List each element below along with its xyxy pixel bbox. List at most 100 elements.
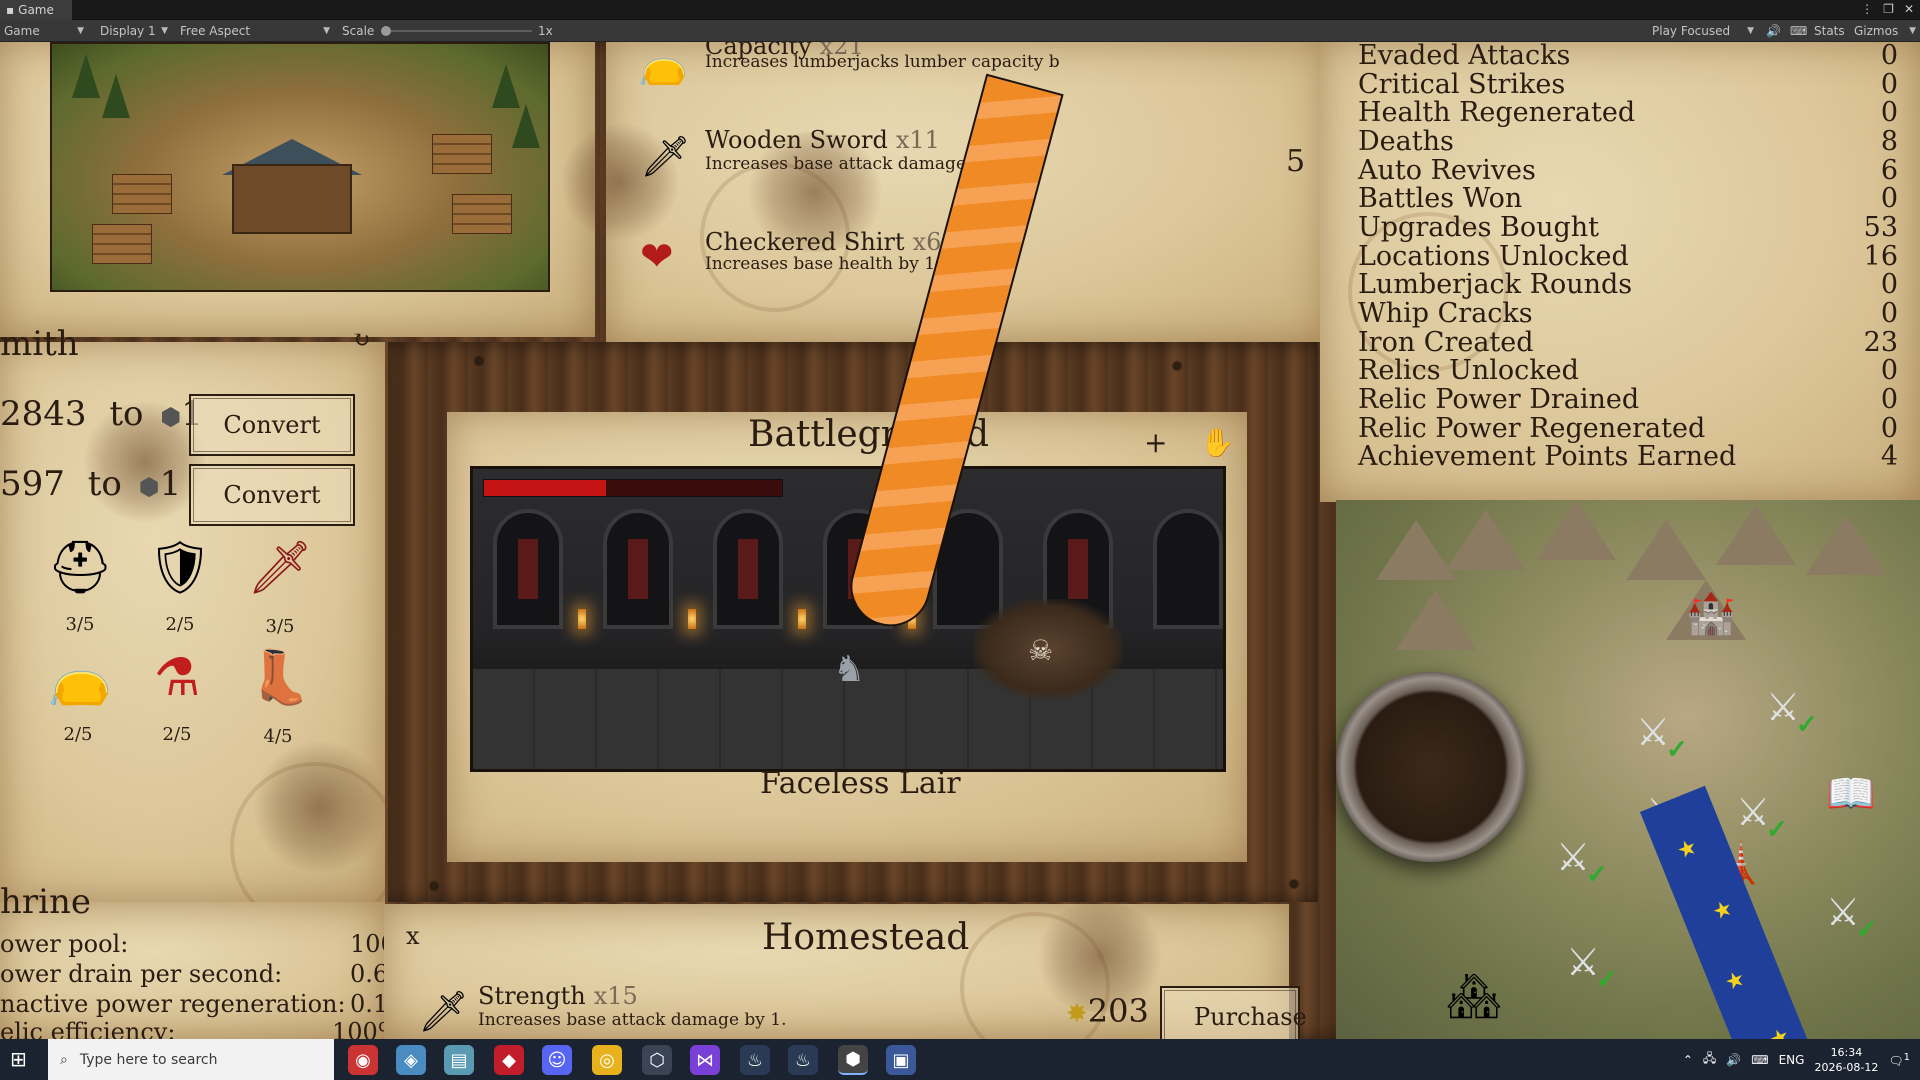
app-icon[interactable]: ▣ xyxy=(886,1045,916,1075)
stat-value: 0 xyxy=(1880,68,1898,100)
battle-marker-icon[interactable]: ⚔ xyxy=(1566,940,1600,984)
stat-label: Critical Strikes xyxy=(1358,68,1566,100)
search-placeholder: Type here to search xyxy=(79,1051,218,1068)
chrome-icon[interactable]: ◎ xyxy=(592,1045,622,1075)
potion-icon[interactable]: ⚗ xyxy=(142,652,212,704)
language-indicator[interactable]: ENG xyxy=(1779,1053,1805,1067)
app-icon[interactable]: ▤ xyxy=(444,1045,474,1075)
stat-row: Health Regenerated 0 xyxy=(1358,99,1898,127)
upgrade-side-value: 5 xyxy=(1286,144,1306,179)
stat-value: 0 xyxy=(1880,383,1898,415)
upgrade-qty: x6 xyxy=(912,228,942,256)
shrine-label: ower pool: xyxy=(0,930,129,958)
convert-amount: 597 xyxy=(0,464,65,504)
equipment-count: 2/5 xyxy=(165,614,195,635)
volume-icon[interactable]: 🔊 xyxy=(1726,1053,1741,1067)
castle-icon[interactable]: 🏰 xyxy=(1686,590,1736,637)
battle-marker-icon[interactable]: ⚔ xyxy=(1826,890,1860,934)
aspect-select[interactable]: Free Aspect ▼ xyxy=(176,20,334,42)
unity-icon[interactable]: ⬢ xyxy=(838,1045,868,1075)
stat-label: Achievement Points Earned xyxy=(1358,441,1737,473)
homestead-item-title: Strength x15 xyxy=(478,982,638,1010)
cost-value: 203 xyxy=(1087,992,1149,1030)
stat-value: 4 xyxy=(1880,441,1898,473)
stat-label: Deaths xyxy=(1358,125,1454,157)
clock[interactable]: 16:34 2026-08-12 xyxy=(1814,1045,1878,1075)
purchase-button[interactable]: Purchase xyxy=(1160,986,1307,1039)
stat-row: Auto Revives 6 xyxy=(1358,154,1898,186)
battle-marker-icon[interactable]: ⚔ xyxy=(1736,790,1770,834)
stat-value: 6 xyxy=(1880,154,1898,186)
boot-icon[interactable]: 👢 xyxy=(245,652,315,704)
stat-row: Achievement Points Earned 4 xyxy=(1358,443,1898,471)
view-select[interactable]: Game ▼ xyxy=(0,20,88,42)
shield-icon[interactable]: 🛡 xyxy=(145,542,215,594)
chevron-down-icon: ▼ xyxy=(323,26,330,36)
upgrade-title: Wooden Sword x11 xyxy=(705,126,940,154)
scale-slider-handle[interactable] xyxy=(381,26,391,36)
visual-studio-icon[interactable]: ⋈ xyxy=(690,1045,720,1075)
taskbar-search[interactable]: ⌕ Type here to search xyxy=(48,1039,334,1080)
equipment-count: 4/5 xyxy=(263,726,293,747)
keyboard-icon[interactable]: ⌨ xyxy=(1786,20,1811,42)
equipment-count: 3/5 xyxy=(65,614,95,635)
keyboard-icon[interactable]: ⌨ xyxy=(1751,1053,1768,1067)
upgrade-name: Checkered Shirt xyxy=(705,228,905,256)
battle-marker-icon[interactable]: ⚔ xyxy=(1766,685,1800,729)
battle-marker-icon[interactable]: ⚔ xyxy=(1636,710,1670,754)
discord-icon[interactable]: ☺ xyxy=(542,1045,572,1075)
stat-row: Deaths 8 xyxy=(1358,125,1898,157)
dagger-icon[interactable]: 🗡 xyxy=(245,542,315,594)
notification-icon[interactable]: 🗨1 xyxy=(1888,1052,1910,1068)
steam-icon[interactable]: ♨ xyxy=(740,1045,770,1075)
maximize-icon[interactable]: ❐ xyxy=(1883,2,1894,16)
hand-cursor-icon[interactable]: ✋ xyxy=(1200,426,1235,459)
coffee-mug xyxy=(1336,672,1526,862)
more-options-icon[interactable]: ⋮ xyxy=(1861,2,1873,16)
scale-value: 1x xyxy=(538,24,553,38)
shrine-label: ower drain per second: xyxy=(0,960,283,988)
stat-label: Relics Unlocked xyxy=(1358,355,1579,387)
gizmos-button[interactable]: Gizmos ▼ xyxy=(1850,20,1920,42)
stat-value: 23 xyxy=(1863,326,1898,358)
app-icon[interactable]: ◈ xyxy=(396,1045,426,1075)
gizmos-label: Gizmos xyxy=(1854,24,1899,38)
stat-value: 0 xyxy=(1880,42,1898,71)
helmet-icon[interactable]: ⛑ xyxy=(45,542,115,594)
steam-icon[interactable]: ♨ xyxy=(788,1045,818,1075)
display-select[interactable]: Display 1 ▼ xyxy=(96,20,172,42)
refresh-icon[interactable]: ↻ xyxy=(352,328,370,353)
play-focused-select[interactable]: Play Focused ▼ xyxy=(1648,20,1758,42)
shrine-label: nactive power regeneration: xyxy=(0,990,346,1018)
unity-hub-icon[interactable]: ⬡ xyxy=(642,1045,672,1075)
close-button[interactable]: x xyxy=(406,922,420,950)
close-icon[interactable]: ✕ xyxy=(1904,2,1914,16)
stat-row: Iron Created 23 xyxy=(1358,326,1898,358)
app-icon[interactable]: ◆ xyxy=(494,1045,524,1075)
scale-slider-track[interactable] xyxy=(384,30,532,32)
book-icon[interactable]: 📖 xyxy=(1826,770,1876,817)
view-select-label: Game xyxy=(4,24,40,38)
audio-mute-icon[interactable]: 🔊 xyxy=(1762,20,1785,42)
app-icon[interactable]: ◉ xyxy=(348,1045,378,1075)
stat-label: Iron Created xyxy=(1358,326,1534,358)
iron-icon: ⬢ xyxy=(160,403,182,431)
network-icon[interactable]: 🖧 xyxy=(1703,1049,1716,1070)
game-tab[interactable]: ▪ Game xyxy=(0,0,72,20)
stat-label: Whip Cracks xyxy=(1358,297,1533,329)
enemy-health-fill xyxy=(484,480,607,496)
sack-icon: 👝 xyxy=(638,42,688,87)
add-button[interactable]: + xyxy=(1144,426,1167,459)
windows-start-icon[interactable]: ⊞ xyxy=(10,1047,27,1071)
screen: ▪ Game ⋮ ❐ ✕ Game ▼ Display 1 ▼ Free Asp… xyxy=(0,0,1920,1080)
sack-icon[interactable]: 👝 xyxy=(45,652,115,704)
upgrade-desc: Increases lumberjacks lumber capacity b xyxy=(705,52,1060,72)
convert-button[interactable]: Convert xyxy=(189,464,355,526)
stats-button[interactable]: Stats xyxy=(1810,20,1849,42)
town-icon[interactable]: 🏘 xyxy=(1446,970,1502,1022)
chevron-up-icon[interactable]: ⌃ xyxy=(1683,1053,1693,1067)
stat-value: 16 xyxy=(1863,240,1898,272)
shrine-value: 0.6 xyxy=(350,960,389,988)
convert-button[interactable]: Convert xyxy=(189,394,355,456)
battle-marker-icon[interactable]: ⚔ xyxy=(1556,835,1590,879)
